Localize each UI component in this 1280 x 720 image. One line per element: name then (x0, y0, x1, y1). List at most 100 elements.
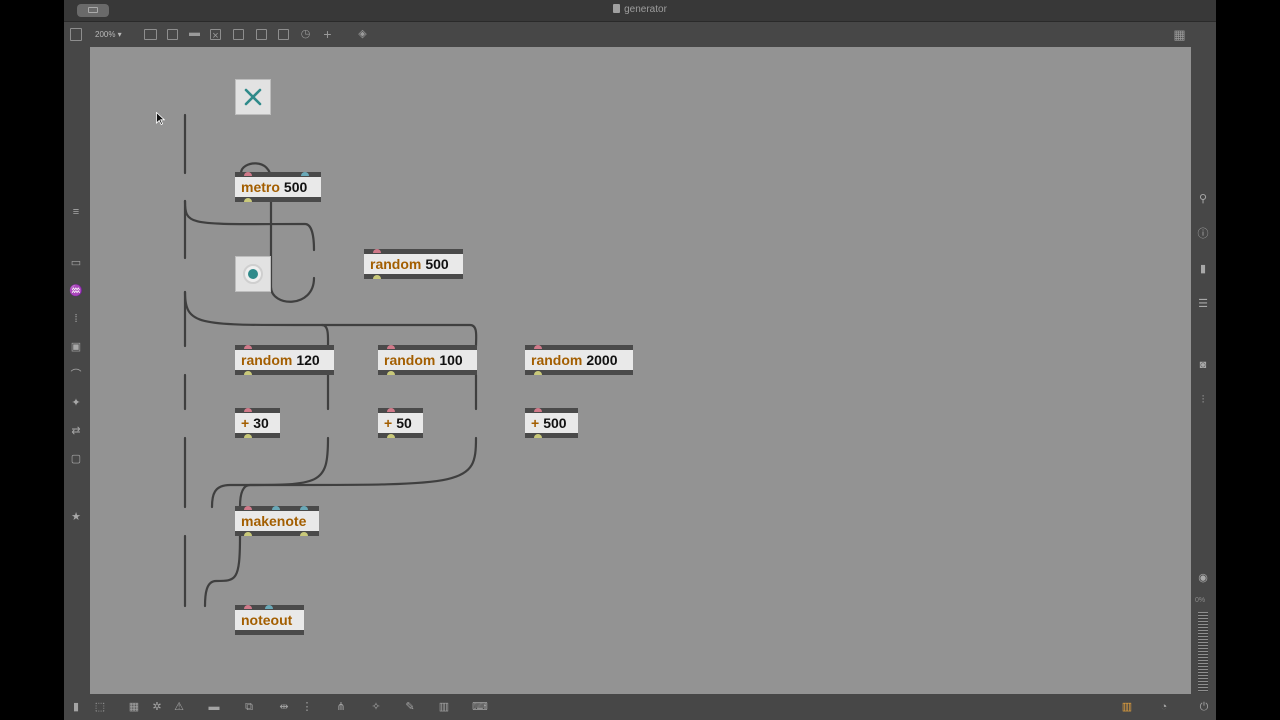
toggle[interactable] (235, 79, 271, 115)
object-argument: 100 (439, 352, 463, 368)
outlet-port[interactable] (534, 434, 542, 438)
object-class: metro (241, 179, 280, 195)
inlet-port[interactable] (265, 605, 273, 609)
button-icon[interactable] (256, 29, 267, 40)
edit-icon[interactable]: ⬚ (93, 700, 107, 714)
outlet-port[interactable] (244, 371, 252, 375)
book-icon[interactable]: ▮ (1196, 262, 1210, 276)
sequence-icon[interactable]: ⁞ (69, 312, 83, 326)
left-sidebar: ≡ ▭ ♒ ⁞ ▣ ⌒ ✦ ⇄ ▢ ★ (64, 47, 90, 694)
inlet-port[interactable] (534, 345, 542, 349)
magic-icon[interactable]: ✧ (369, 700, 383, 714)
bang-button[interactable] (235, 256, 271, 292)
inlet-port[interactable] (300, 506, 308, 510)
inlet-port[interactable] (387, 345, 395, 349)
outlet-port[interactable] (387, 371, 395, 375)
frame-icon[interactable]: ▢ (69, 452, 83, 466)
slider-icon[interactable] (278, 29, 289, 40)
inlet-port[interactable] (244, 506, 252, 510)
list-icon[interactable]: ☰ (1196, 297, 1210, 311)
toggle-icon[interactable]: × (210, 29, 221, 42)
object-argument: 500 (283, 179, 308, 195)
hierarchy-icon[interactable]: ⋔ (334, 700, 348, 714)
inlet-port[interactable] (373, 249, 381, 253)
right-sidebar: ⚲ ⓘ ▮ ☰ ◙ ⫶ ◉ 0% (1191, 47, 1216, 694)
camera-icon[interactable]: ◙ (1196, 358, 1210, 372)
dial-icon[interactable]: ◷ (299, 28, 312, 41)
cord-plus500-makenote (238, 436, 478, 509)
paperclip-icon[interactable]: ⌒ (69, 368, 83, 382)
zoom-menu[interactable]: 200% ▾ (95, 30, 122, 40)
grid-icon[interactable]: ▦ (1173, 28, 1186, 41)
sidebar-toggle-icon[interactable] (70, 28, 82, 41)
piano-icon[interactable]: ▥ (437, 700, 451, 714)
object-argument: 50 (396, 415, 412, 431)
object-plus-30[interactable]: +30 (235, 408, 280, 438)
outlet-port[interactable] (373, 275, 381, 279)
power-icon[interactable]: ⏻ (1197, 700, 1211, 714)
inlet-port[interactable] (244, 605, 252, 609)
outlet-port[interactable] (244, 532, 252, 536)
lock-icon[interactable]: ▮ (69, 700, 83, 714)
outlet-port[interactable] (244, 434, 252, 438)
add-icon[interactable]: + (321, 27, 334, 41)
inlet-port[interactable] (301, 172, 309, 176)
message-icon[interactable]: ▬ (188, 27, 201, 40)
wrench-icon[interactable]: ✎ (403, 700, 417, 714)
cord-bang-random100-2000 (183, 290, 478, 348)
menu-icon[interactable]: ≡ (69, 205, 83, 219)
object-argument: 30 (253, 415, 269, 431)
object-plus-50[interactable]: +50 (378, 408, 423, 438)
outlet-port[interactable] (244, 198, 252, 202)
image-icon[interactable]: ▣ (69, 340, 83, 354)
object-plus-500[interactable]: +500 (525, 408, 578, 438)
inlet-port[interactable] (244, 172, 252, 176)
inlet-port[interactable] (534, 408, 542, 412)
record-icon[interactable]: ◉ (1196, 571, 1210, 585)
align-icon[interactable]: ⇹ (277, 700, 291, 714)
windows-icon[interactable]: ⧉ (242, 700, 256, 714)
keyboard-icon[interactable]: ⌨ (472, 700, 488, 714)
inlet-port[interactable] (387, 408, 395, 412)
puzzle-icon[interactable]: ✦ (69, 396, 83, 410)
info-icon[interactable]: ⓘ (1196, 227, 1210, 241)
presentation-icon[interactable]: ▦ (127, 700, 141, 714)
outlet-port[interactable] (387, 434, 395, 438)
number-icon[interactable] (233, 29, 244, 40)
comment-icon[interactable] (167, 29, 178, 40)
settings-icon[interactable]: ✲ (150, 700, 164, 714)
object-noteout[interactable]: noteout (235, 605, 304, 635)
title-bar: generator (64, 0, 1216, 22)
level-meter (1198, 612, 1208, 692)
object-class: random (241, 352, 293, 368)
cord-makenote-noteout-vel (203, 534, 242, 608)
chat-icon[interactable]: ▬ (207, 700, 221, 714)
cord-metro-random500 (183, 199, 316, 252)
audio-icon[interactable]: ♒ (69, 284, 83, 298)
object-class: + (384, 415, 393, 431)
patcher-window: generator 200% ▾ ▬ × ◷ + ◈ ▦ ≡ ▭ ♒ ⁞ ▣ ⌒… (64, 0, 1216, 720)
grid-icon[interactable]: ⋮ (300, 700, 314, 714)
mixer-icon[interactable]: ⫶ (1196, 393, 1210, 407)
transport-icon[interactable]: ◔ (1157, 700, 1171, 714)
object-class: random (384, 352, 436, 368)
outlet-port[interactable] (534, 371, 542, 375)
inlet-port[interactable] (272, 506, 280, 510)
new-object-icon[interactable] (144, 29, 157, 40)
cord-bang-random100 (320, 323, 330, 348)
window-title: generator (64, 4, 1216, 16)
paint-bucket-icon[interactable]: ◈ (356, 28, 369, 41)
object-icon[interactable]: ▭ (69, 256, 83, 270)
audio-meter-icon[interactable]: ▥ (1120, 700, 1134, 714)
search-icon[interactable]: ⚲ (1196, 192, 1210, 206)
outlet-port[interactable] (300, 532, 308, 536)
object-argument: 2000 (586, 352, 618, 368)
warning-icon[interactable]: ⚠ (172, 700, 186, 714)
star-icon[interactable]: ★ (69, 510, 83, 524)
inlet-port[interactable] (244, 408, 252, 412)
loop-icon[interactable]: ⇄ (69, 424, 83, 438)
object-random-2000[interactable]: random 2000 (525, 345, 633, 375)
inlet-port[interactable] (244, 345, 252, 349)
object-class: + (531, 415, 540, 431)
patch-canvas[interactable]: metro 500 random 500 random 120 random 100 r… (90, 47, 1191, 694)
